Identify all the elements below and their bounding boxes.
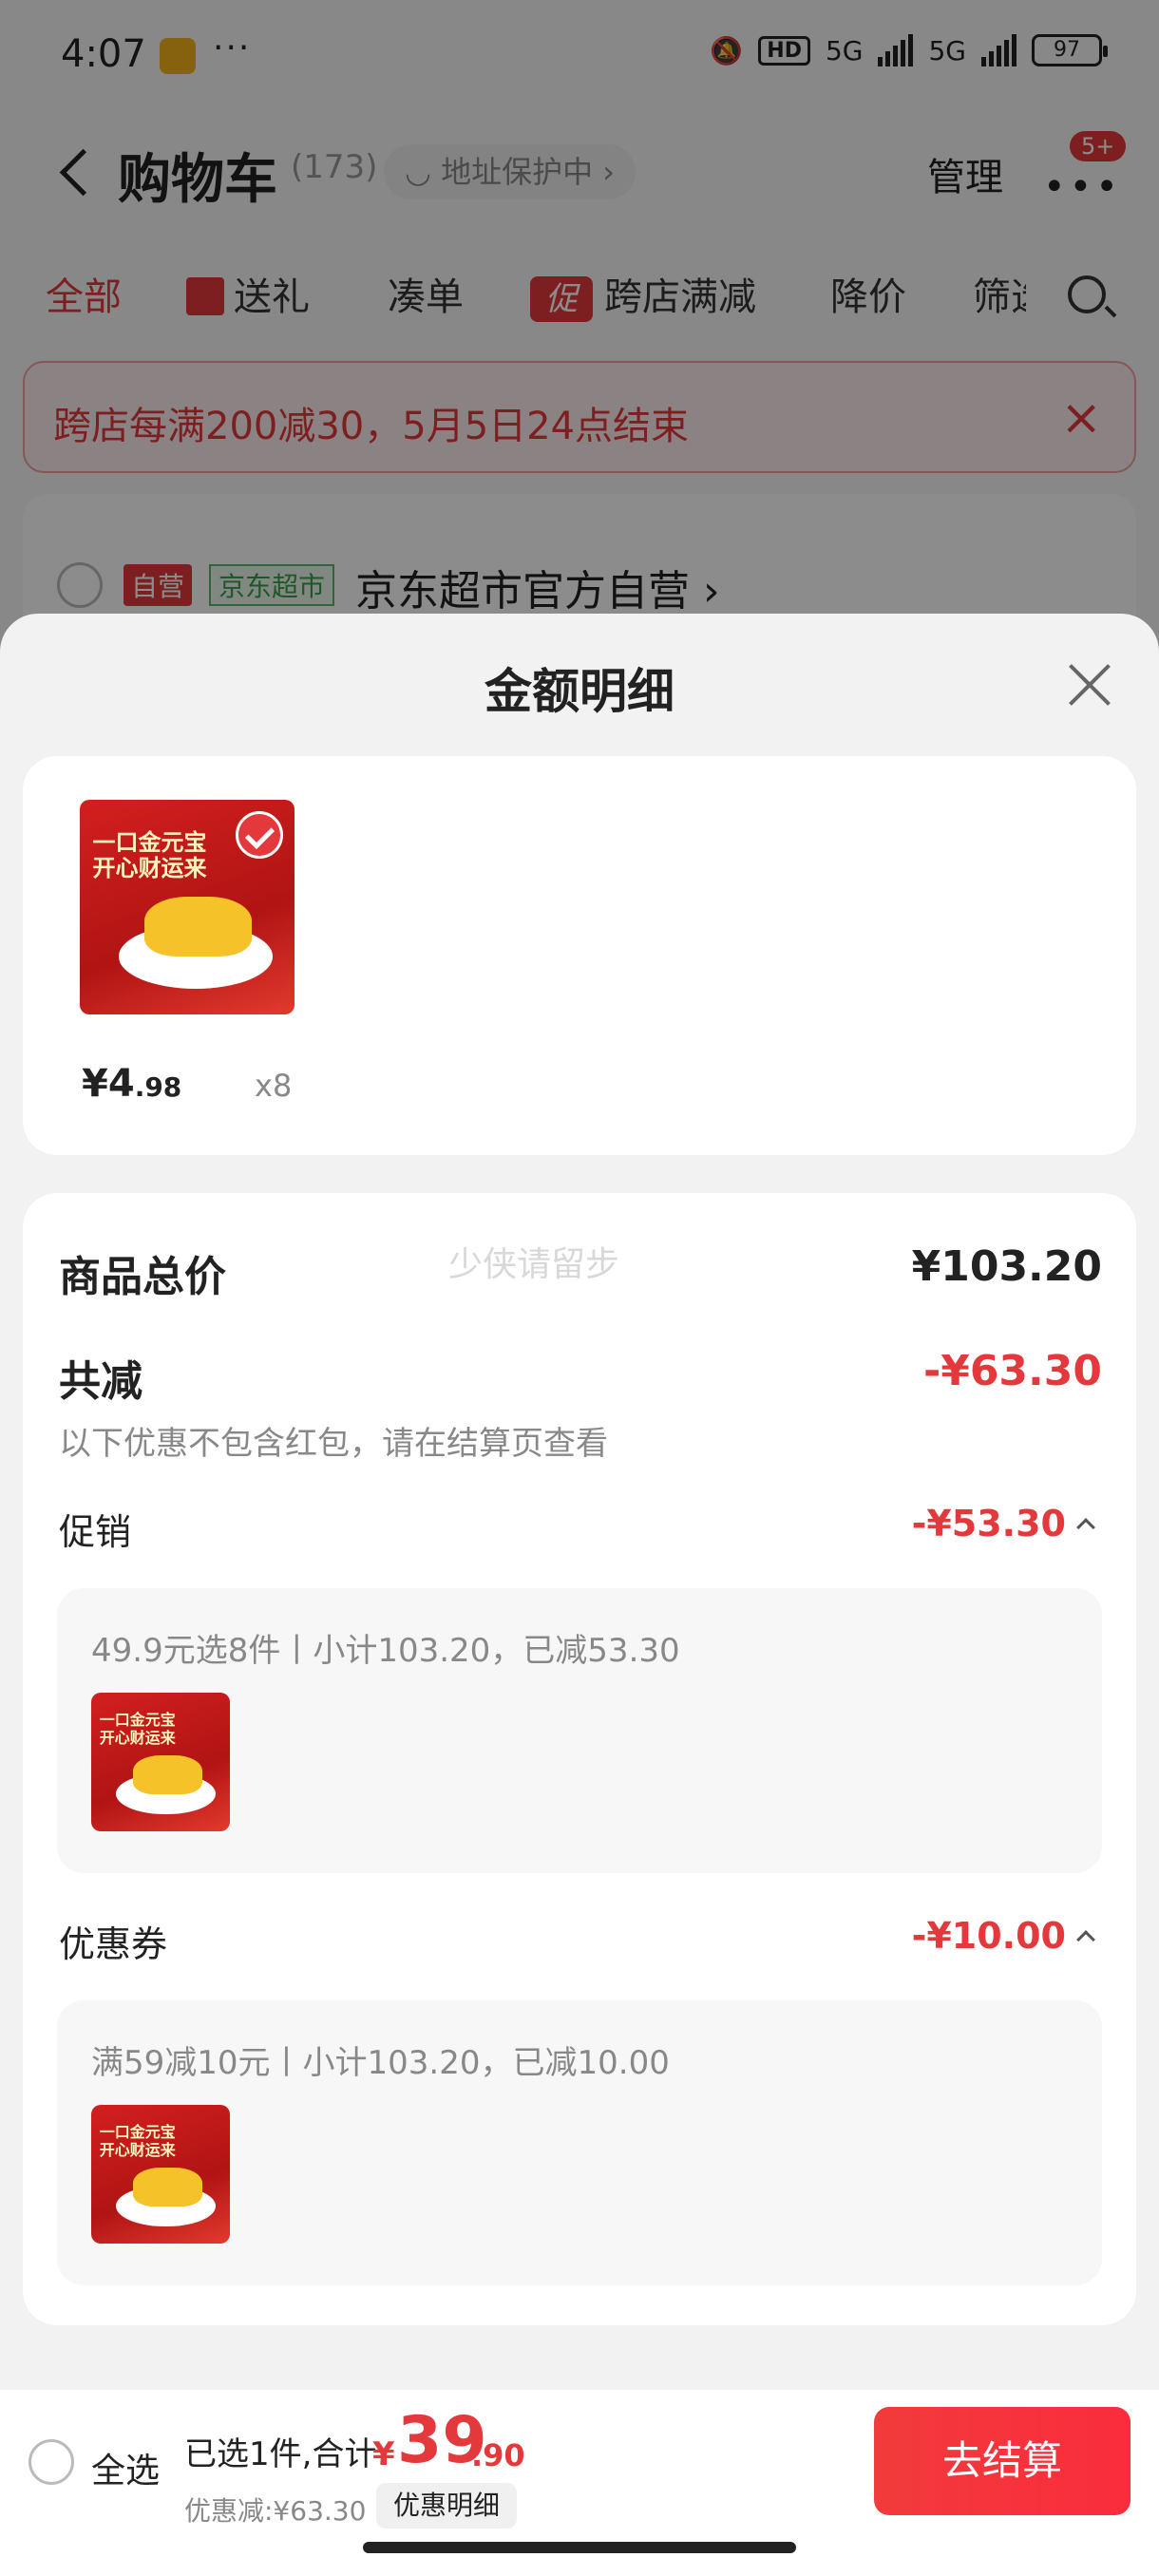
- coupon-amount: -¥10.00: [911, 1915, 1066, 1957]
- product-card: 一口金元宝 开心财运来 ¥4.98 x8: [23, 756, 1136, 1155]
- product-image-text: 一口金元宝 开心财运来: [92, 828, 207, 882]
- promotion-value[interactable]: -¥53.30: [911, 1503, 1095, 1544]
- product-image[interactable]: 一口金元宝 开心财运来: [80, 800, 294, 1014]
- product-image-text: 一口金元宝 开心财运来: [99, 2123, 176, 2159]
- sheet-title: 金额明细: [484, 664, 674, 719]
- price-symbol: ¥: [82, 1062, 108, 1106]
- selected-count: 已选1件,合计:: [184, 2435, 388, 2473]
- price-integer: 4: [107, 1062, 135, 1106]
- home-indicator[interactable]: [363, 2542, 796, 2553]
- modal-overlay[interactable]: [0, 0, 1159, 665]
- discount-summary: 优惠减:¥63.30: [184, 2495, 367, 2527]
- discount-note: 以下优惠不包含红包，请在结算页查看: [59, 1425, 608, 1463]
- checkout-button[interactable]: 去结算: [874, 2407, 1130, 2515]
- promotion-group: 49.9元选8件丨小计103.20，已减53.30 一口金元宝 开心财运来: [57, 1588, 1102, 1873]
- price-detail-card: 商品总价 ¥103.20 共减 -¥63.30 以下优惠不包含红包，请在结算页查…: [23, 1193, 1136, 2325]
- total-decimal: .90: [471, 2437, 525, 2473]
- chevron-up-icon: [1076, 1930, 1095, 1949]
- price-decimal: .98: [134, 1071, 182, 1103]
- promotion-detail: 49.9元选8件丨小计103.20，已减53.30: [91, 1632, 680, 1670]
- discount-detail-button[interactable]: 优惠明细: [376, 2483, 518, 2529]
- total-currency: ¥: [372, 2435, 395, 2473]
- promotion-product-image[interactable]: 一口金元宝 开心财运来: [91, 1693, 230, 1831]
- total-price-value: ¥103.20: [911, 1242, 1102, 1291]
- total-reduce-value: -¥63.30: [922, 1347, 1102, 1395]
- quantity: x8: [255, 1068, 293, 1104]
- coupon-label: 优惠券: [59, 1923, 168, 1965]
- watermark: 少侠请留步: [448, 1245, 620, 1284]
- promotion-amount: -¥53.30: [911, 1503, 1066, 1544]
- checkout-bar: 全选 已选1件,合计: ¥ 39 .90 优惠减:¥63.30 优惠明细 去结算: [0, 2390, 1159, 2576]
- product-image-text: 一口金元宝 开心财运来: [99, 1711, 176, 1747]
- chevron-up-icon: [1076, 1518, 1095, 1537]
- coupon-group: 满59减10元丨小计103.20，已减10.00 一口金元宝 开心财运来: [57, 2000, 1102, 2285]
- select-all-radio[interactable]: [28, 2439, 74, 2485]
- coupon-product-image[interactable]: 一口金元宝 开心财运来: [91, 2105, 230, 2244]
- close-icon[interactable]: [1066, 661, 1113, 709]
- total-reduce-label: 共减: [59, 1357, 142, 1406]
- coupon-detail: 满59减10元丨小计103.20，已减10.00: [91, 2044, 670, 2082]
- coupon-value[interactable]: -¥10.00: [911, 1915, 1095, 1957]
- promotion-label: 促销: [59, 1511, 132, 1553]
- select-all-label[interactable]: 全选: [91, 2443, 160, 2492]
- unit-price: ¥4.98: [82, 1062, 181, 1106]
- amount-detail-sheet: 金额明细 一口金元宝 开心财运来 ¥4.98 x8 商品总价 ¥103.20 共减…: [0, 614, 1159, 2390]
- checkmark-icon: [236, 811, 283, 859]
- total-price-label: 商品总价: [59, 1253, 226, 1301]
